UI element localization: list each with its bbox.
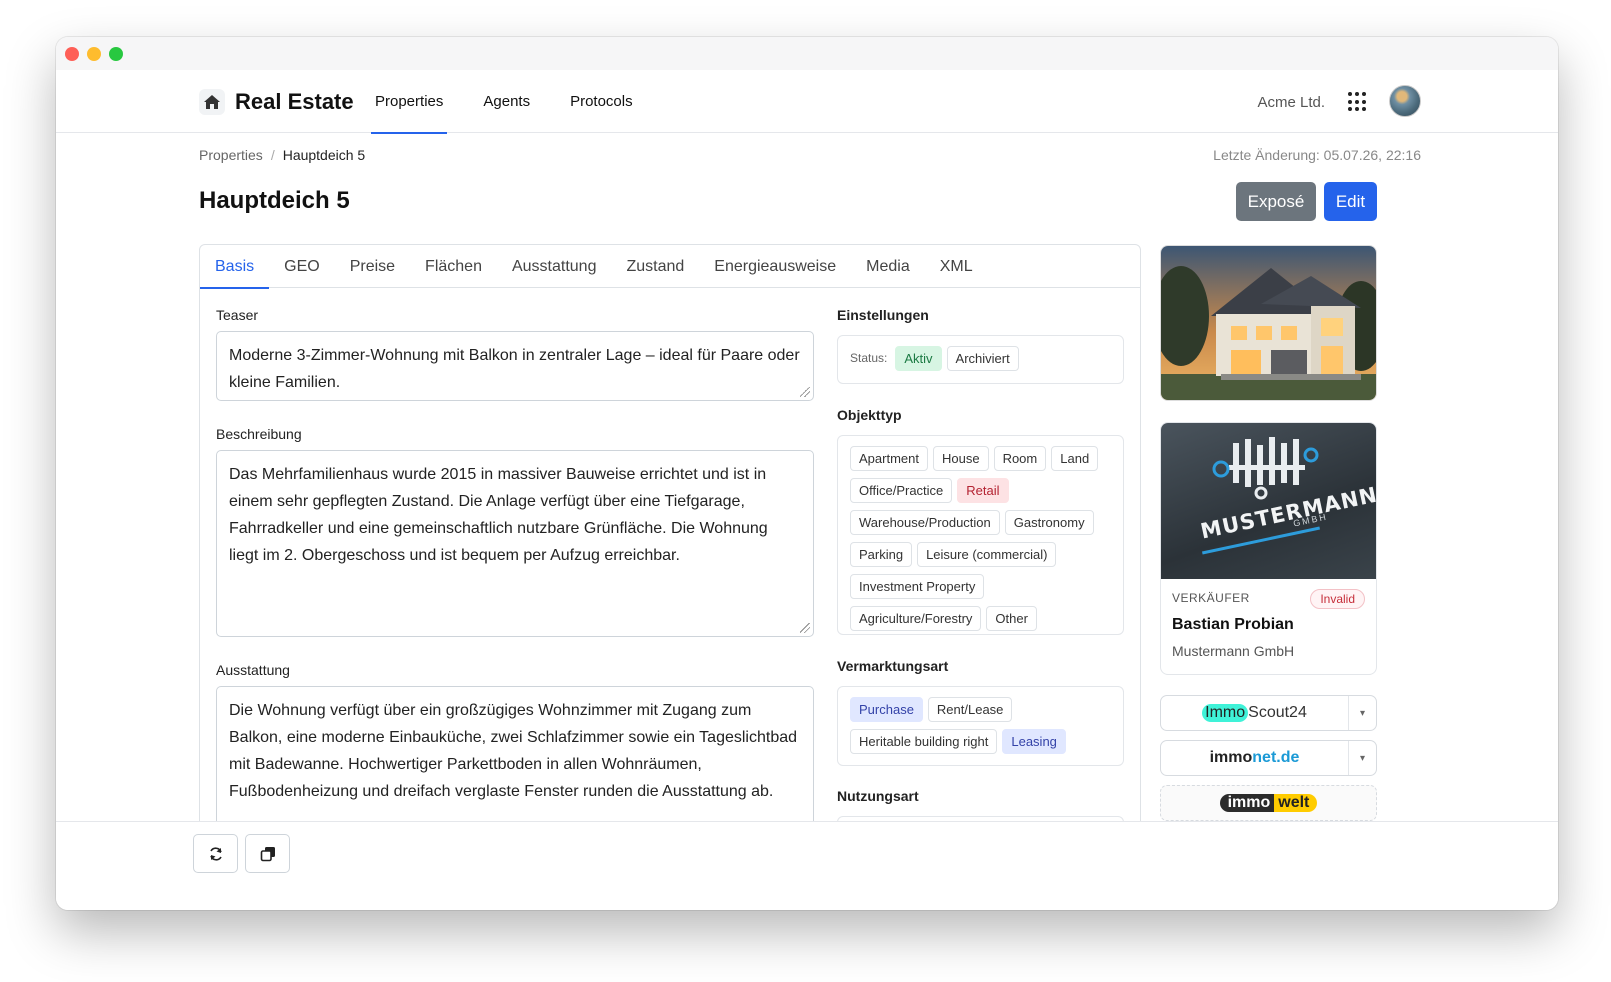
objekttyp-chip[interactable]: Agriculture/Forestry (850, 606, 982, 631)
refresh-button[interactable] (193, 834, 238, 873)
breadcrumb: Properties / Hauptdeich 5 (199, 147, 365, 163)
tab-preise[interactable]: Preise (335, 245, 410, 288)
tab-energieausweise[interactable]: Energieausweise (699, 245, 851, 288)
ausstattung-text: Die Wohnung verfügt über ein großzügiges… (229, 702, 798, 800)
objekttyp-chip[interactable]: Leisure (commercial) (917, 542, 1057, 567)
close-window-button[interactable] (65, 47, 79, 61)
vermarktungsart-chip[interactable]: Heritable building right (850, 729, 998, 754)
vermarktungsart-chip-selected[interactable]: Leasing (1002, 729, 1066, 754)
objekttyp-chip[interactable]: Room (993, 446, 1047, 471)
vermarktungsart-chip-selected[interactable]: Purchase (850, 697, 923, 722)
top-header: Real Estate Properties Agents Protocols … (56, 70, 1558, 134)
breadcrumb-properties-link[interactable]: Properties (199, 147, 263, 163)
tab-geo[interactable]: GEO (269, 245, 335, 288)
teaser-text: Moderne 3-Zimmer-Wohnung mit Balkon in z… (229, 347, 800, 391)
status-label: Status: (850, 351, 888, 365)
portal-immoscout24[interactable]: Immo Scout24 ▾ (1160, 695, 1377, 731)
nav-properties[interactable]: Properties (371, 70, 448, 134)
immonet-logo-part: net.de (1252, 749, 1300, 766)
seller-role: VERKÄUFER (1172, 591, 1250, 605)
footer-toolbar (56, 821, 1558, 910)
objekttyp-chip[interactable]: Other (986, 606, 1037, 631)
objekttyp-label: Objekttyp (837, 407, 902, 423)
portal-immowelt[interactable]: immo welt (1160, 785, 1377, 821)
breadcrumb-current: Hauptdeich 5 (282, 147, 366, 163)
tab-bar: Basis GEO Preise Flächen Ausstattung Zus… (200, 245, 1140, 289)
objekttyp-chip[interactable]: Warehouse/Production (850, 510, 1000, 535)
avatar[interactable] (1389, 85, 1421, 117)
status-badge: Invalid (1310, 589, 1365, 609)
tab-media[interactable]: Media (851, 245, 925, 288)
window-titlebar (56, 37, 1558, 70)
status-aktiv-chip[interactable]: Aktiv (895, 346, 942, 371)
portal-immonet[interactable]: immo net.de ▾ (1160, 740, 1377, 776)
property-form-card: Basis GEO Preise Flächen Ausstattung Zus… (199, 244, 1141, 844)
objekttyp-chip[interactable]: Office/Practice (850, 478, 953, 503)
refresh-icon (209, 846, 222, 861)
status-archiviert-chip[interactable]: Archiviert (946, 346, 1019, 371)
seller-company: Mustermann GmbH (1172, 643, 1295, 659)
tab-flaechen[interactable]: Flächen (410, 245, 497, 288)
immoscout24-logo-part: Immo (1202, 704, 1249, 722)
immoscout24-logo-part: Scout24 (1248, 704, 1307, 721)
beschreibung-text: Das Mehrfamilienhaus wurde 2015 in massi… (229, 466, 768, 564)
nav-protocols[interactable]: Protocols (566, 70, 637, 133)
resize-handle-icon[interactable] (800, 387, 810, 397)
tab-basis[interactable]: Basis (200, 245, 270, 289)
teaser-textarea[interactable]: Moderne 3-Zimmer-Wohnung mit Balkon in z… (216, 331, 814, 401)
immowelt-logo: immo welt (1161, 794, 1376, 812)
immowelt-logo-part: immo (1219, 794, 1275, 812)
objekttyp-chip[interactable]: Parking (850, 542, 913, 567)
objekttyp-box: Apartment House Room Land Office/Practic… (837, 435, 1124, 635)
teaser-label: Teaser (216, 307, 259, 323)
chevron-down-icon[interactable]: ▾ (1348, 696, 1376, 730)
objekttyp-chip[interactable]: House (932, 446, 989, 471)
apps-grid-icon[interactable] (1348, 92, 1368, 112)
einstellungen-label: Einstellungen (837, 307, 929, 323)
app-name: Real Estate (235, 89, 354, 114)
objekttyp-chip[interactable]: Land (1051, 446, 1099, 471)
settings-box: Status: Aktiv Archiviert (837, 335, 1124, 384)
page-title: Hauptdeich 5 (199, 187, 350, 214)
organization-name[interactable]: Acme Ltd. (1257, 94, 1325, 111)
objekttyp-chip-selected[interactable]: Retail (957, 478, 1009, 503)
ausstattung-label: Ausstattung (216, 662, 290, 678)
chevron-down-icon[interactable]: ▾ (1348, 741, 1376, 775)
objekttyp-chip[interactable]: Investment Property (850, 574, 985, 599)
immonet-logo-part: immo (1209, 749, 1253, 766)
edit-button[interactable]: Edit (1324, 182, 1377, 221)
vermarktungsart-chip[interactable]: Rent/Lease (927, 697, 1013, 722)
app-window: Real Estate Properties Agents Protocols … (56, 37, 1558, 910)
immonet-logo: immo net.de (1161, 749, 1348, 767)
copy-icon (260, 846, 275, 861)
house-logo-icon (199, 89, 225, 115)
beschreibung-label: Beschreibung (216, 426, 302, 442)
seller-name: Bastian Probian (1172, 616, 1294, 633)
duplicate-button[interactable] (245, 834, 290, 873)
resize-handle-icon[interactable] (800, 623, 810, 633)
immowelt-logo-part: welt (1274, 794, 1318, 812)
objekttyp-chip[interactable]: Gastronomy (1004, 510, 1094, 535)
tab-zustand[interactable]: Zustand (611, 245, 699, 288)
property-photo[interactable] (1160, 245, 1377, 401)
last-modified: Letzte Änderung: 05.07.26, 22:16 (1213, 147, 1421, 163)
immoscout24-logo: Immo Scout24 (1161, 704, 1348, 722)
breadcrumb-separator: / (270, 147, 275, 163)
seller-card[interactable]: MUSTERMANN GMBH VERKÄUFER Invalid Bastia… (1160, 422, 1377, 675)
expose-button[interactable]: Exposé (1236, 182, 1316, 221)
minimize-window-button[interactable] (87, 47, 101, 61)
nav-agents[interactable]: Agents (479, 70, 534, 133)
maximize-window-button[interactable] (109, 47, 123, 61)
seller-logo-image: MUSTERMANN GMBH (1161, 423, 1376, 579)
beschreibung-textarea[interactable]: Das Mehrfamilienhaus wurde 2015 in massi… (216, 450, 814, 637)
nutzungsart-label: Nutzungsart (837, 788, 919, 804)
main-nav: Properties Agents Protocols (371, 70, 669, 134)
tab-xml[interactable]: XML (925, 245, 988, 288)
vermarktungsart-box: Purchase Rent/Lease Heritable building r… (837, 686, 1124, 766)
brand[interactable]: Real Estate (199, 88, 354, 116)
tab-ausstattung[interactable]: Ausstattung (497, 245, 612, 288)
vermarktungsart-label: Vermarktungsart (837, 658, 949, 674)
objekttyp-chip[interactable]: Apartment (850, 446, 928, 471)
